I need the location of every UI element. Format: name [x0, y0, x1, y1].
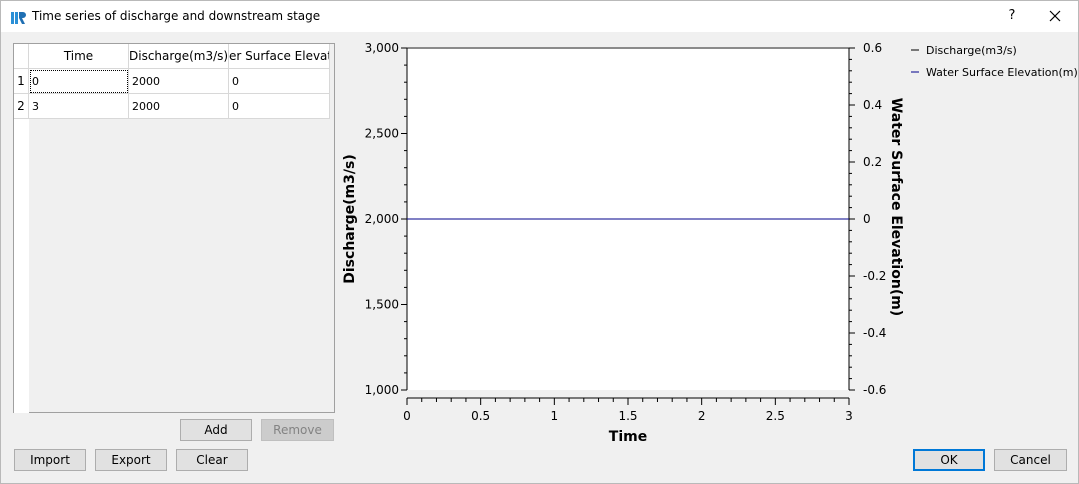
table-cell-water-surface[interactable]: 0: [229, 94, 330, 119]
help-button[interactable]: ?: [1001, 5, 1023, 27]
y2-tick-labels: -0.6 -0.4 -0.2 0 0.2 0.4 0.6: [863, 41, 886, 397]
row-header-band: [14, 69, 29, 413]
y-axis-title: Discharge(m3/s): [342, 154, 358, 283]
import-button[interactable]: Import: [14, 449, 86, 471]
export-button[interactable]: Export: [95, 449, 167, 471]
y-tick-label: 2,000: [365, 212, 399, 226]
clear-button[interactable]: Clear: [176, 449, 248, 471]
x-tick-label: 3: [845, 409, 853, 423]
y2-tick-label: 0.2: [863, 155, 882, 169]
cancel-button[interactable]: Cancel: [994, 449, 1067, 471]
dialog-window: Time series of discharge and downstream …: [0, 0, 1079, 484]
row-header-2[interactable]: 2: [14, 94, 29, 119]
y2-tick-label: 0.4: [863, 98, 882, 112]
table-cell-time[interactable]: 3: [29, 94, 129, 119]
x-tick-label: 2.5: [766, 409, 785, 423]
table-cell-discharge[interactable]: 2000: [129, 94, 229, 119]
add-button[interactable]: Add: [180, 419, 252, 441]
ok-button[interactable]: OK: [913, 449, 985, 471]
data-table: Time Discharge(m3/s) er Surface Elevatio…: [13, 43, 335, 413]
remove-button[interactable]: Remove: [261, 419, 334, 441]
x-tick-label: 1.5: [618, 409, 637, 423]
chart-legend: Discharge(m3/s) Water Surface Elevation(m…: [911, 44, 1077, 79]
y2-tick-label: -0.6: [863, 383, 886, 397]
title-bar: Time series of discharge and downstream …: [1, 1, 1078, 32]
y2-tick-label: 0.6: [863, 41, 882, 55]
close-icon[interactable]: [1041, 4, 1069, 28]
time-series-chart: 0 0.5 1 1.5 2 2.5 3 1,0001,5002,0002,5003,000 …: [342, 41, 1077, 445]
x-tick-labels: 0 0.5 1 1.5 2 2.5 3: [403, 409, 853, 423]
table-cell-discharge[interactable]: 2000: [129, 69, 229, 94]
x-tick-label: 0: [403, 409, 411, 423]
y2-tick-label: -0.4: [863, 326, 886, 340]
x-tick-label: 2: [698, 409, 706, 423]
y-tick-label: 2,500: [365, 127, 399, 141]
legend-label: Water Surface Elevation(m): [926, 66, 1077, 79]
y-tick-label: 1,500: [365, 298, 399, 312]
x-tick-label: 0.5: [471, 409, 490, 423]
app-icon: [11, 12, 26, 24]
table-cell-time[interactable]: 0: [29, 69, 129, 94]
window-title: Time series of discharge and downstream …: [32, 9, 321, 23]
column-header-water-surface[interactable]: er Surface Elevatio: [229, 44, 330, 69]
table-cell-water-surface[interactable]: 0: [229, 69, 330, 94]
table-corner[interactable]: [14, 44, 29, 69]
column-header-discharge[interactable]: Discharge(m3/s): [129, 44, 229, 69]
legend-label: Discharge(m3/s): [926, 44, 1017, 57]
column-header-time[interactable]: Time: [29, 44, 129, 69]
y-tick-labels: 1,000 1,500 2,000 2,500 3,000: [365, 41, 399, 397]
row-header-1[interactable]: 1: [14, 69, 29, 94]
x-axis-title: Time: [609, 429, 647, 445]
plot-area: [406, 47, 850, 399]
y2-tick-label: -0.2: [863, 269, 886, 283]
x-tick-label: 1: [551, 409, 559, 423]
y2-axis-title: Water Surface Elevation(m): [888, 98, 904, 316]
y2-tick-label: 0: [863, 212, 871, 226]
y-tick-label: 3,000: [365, 41, 399, 55]
y-tick-label: 1,000: [365, 383, 399, 397]
